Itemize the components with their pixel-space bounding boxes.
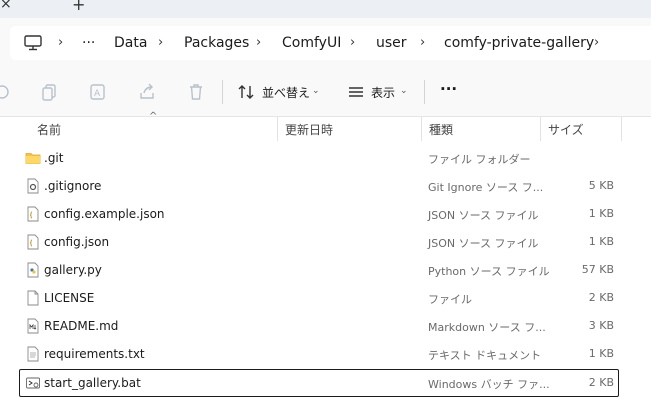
file-name: start_gallery.bat [44, 376, 141, 390]
file-type: ファイル [428, 293, 472, 306]
column-header-size[interactable]: サイズ [548, 121, 584, 138]
breadcrumb-separator[interactable]: › [594, 34, 599, 52]
view-button[interactable]: 表示 [371, 84, 395, 101]
file-type: Python ソース ファイル [428, 265, 550, 278]
file-name: config.example.json [44, 207, 165, 221]
file-size: 2 KB [588, 291, 614, 304]
close-tab-icon[interactable]: × [0, 0, 12, 12]
chevron-down-icon[interactable]: ⌄ [312, 86, 320, 96]
list-item[interactable]: gallery.py Python ソース ファイル 57 KB [20, 257, 618, 283]
toolbar-divider [424, 80, 425, 104]
json-file-icon [27, 234, 39, 250]
column-divider[interactable] [421, 117, 422, 141]
file-type: JSON ソース ファイル [428, 237, 539, 250]
column-header-name[interactable]: 名前 [37, 121, 61, 138]
breadcrumb[interactable]: › ··· Data › Packages › ComfyUI › user ›… [10, 26, 651, 60]
blank-file-icon [27, 290, 39, 306]
column-header-row: ^ 名前 更新日時 種類 サイズ [0, 111, 651, 141]
column-divider[interactable] [277, 117, 278, 141]
breadcrumb-separator[interactable]: › [158, 34, 163, 52]
command-bar: A 並べ替え ⌄ 表示 ⌄ ··· [0, 68, 651, 117]
file-size: 2 KB [588, 376, 614, 389]
breadcrumb-separator[interactable]: › [350, 34, 355, 52]
gear-file-icon [27, 178, 39, 194]
file-name: requirements.txt [44, 347, 145, 361]
folder-icon [25, 153, 41, 164]
tab-strip: × + [0, 0, 651, 18]
file-name: LICENSE [44, 291, 95, 305]
file-type: JSON ソース ファイル [428, 209, 539, 222]
list-item[interactable]: config.json JSON ソース ファイル 1 KB [20, 229, 618, 255]
file-type: Git Ignore ソース フ... [428, 181, 544, 194]
file-name: .gitignore [44, 179, 102, 193]
breadcrumb-item-comfy-private-gallery[interactable]: comfy-private-gallery [444, 34, 594, 52]
list-item[interactable]: requirements.txt テキスト ドキュメント 1 KB [20, 341, 618, 367]
list-item[interactable]: .gitignore Git Ignore ソース フ... 5 KB [20, 173, 618, 199]
column-divider[interactable] [621, 117, 622, 141]
file-type: Windows バッチ ファ... [428, 378, 550, 391]
copy-icon[interactable] [40, 82, 60, 102]
list-item-selected[interactable]: start_gallery.bat Windows バッチ ファ... 2 KB [19, 369, 619, 397]
file-size: 1 KB [588, 207, 614, 220]
new-tab-button[interactable]: + [72, 0, 85, 14]
svg-text:A: A [94, 89, 101, 99]
file-size: 5 KB [588, 179, 614, 192]
new-icon[interactable] [0, 82, 12, 102]
rename-icon[interactable]: A [88, 82, 108, 102]
chevron-down-icon[interactable]: ⌄ [400, 86, 408, 96]
column-header-type[interactable]: 種類 [429, 121, 453, 138]
batch-file-icon [26, 377, 40, 389]
breadcrumb-overflow[interactable]: ··· [82, 34, 95, 52]
file-size: 3 KB [588, 319, 614, 332]
python-file-icon [27, 262, 39, 278]
list-item[interactable]: LICENSE ファイル 2 KB [20, 285, 618, 311]
file-type: テキスト ドキュメント [428, 349, 542, 362]
breadcrumb-item-data[interactable]: Data [114, 34, 147, 52]
sort-ascending-icon: ^ [149, 111, 158, 122]
address-bar: › ··· Data › Packages › ComfyUI › user ›… [0, 18, 651, 68]
column-divider[interactable] [540, 117, 541, 141]
breadcrumb-separator[interactable]: › [256, 34, 261, 52]
share-icon[interactable] [137, 82, 157, 102]
view-icon[interactable] [346, 82, 366, 102]
breadcrumb-separator[interactable]: › [420, 34, 425, 52]
breadcrumb-item-packages[interactable]: Packages [184, 34, 249, 52]
breadcrumb-item-user[interactable]: user [376, 34, 407, 52]
breadcrumb-item-comfyui[interactable]: ComfyUI [282, 34, 341, 52]
file-name: config.json [44, 235, 110, 249]
file-name: README.md [44, 319, 119, 333]
markdown-file-icon [27, 318, 39, 334]
column-header-modified[interactable]: 更新日時 [285, 121, 333, 138]
text-file-icon [27, 346, 39, 362]
list-item[interactable]: .git ファイル フォルダー [20, 145, 618, 171]
toolbar-divider [222, 80, 223, 104]
more-options-button[interactable]: ··· [440, 80, 457, 98]
file-size: 57 KB [581, 263, 614, 276]
delete-icon[interactable] [186, 82, 206, 102]
file-name: gallery.py [44, 263, 102, 277]
breadcrumb-separator[interactable]: › [58, 34, 63, 52]
file-type: ファイル フォルダー [428, 153, 531, 166]
this-pc-icon[interactable] [24, 35, 42, 51]
file-size: 1 KB [588, 235, 614, 248]
sort-button[interactable]: 並べ替え [262, 84, 310, 101]
list-item[interactable]: README.md Markdown ソース フ... 3 KB [20, 313, 618, 339]
file-size: 1 KB [588, 347, 614, 360]
sort-icon[interactable] [236, 82, 256, 102]
file-name: .git [44, 151, 64, 165]
file-type: Markdown ソース フ... [428, 321, 546, 334]
json-file-icon [27, 206, 39, 222]
list-item[interactable]: config.example.json JSON ソース ファイル 1 KB [20, 201, 618, 227]
